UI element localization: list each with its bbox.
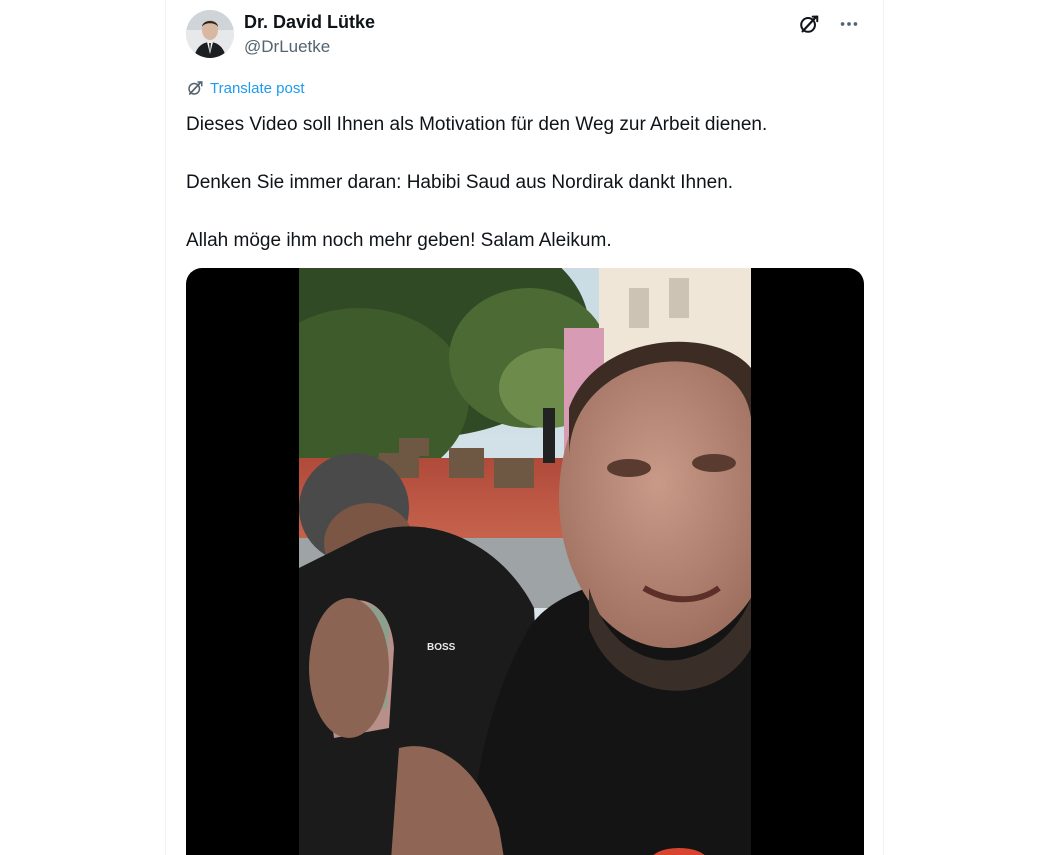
author-name[interactable]: Dr. David Lütke [244, 12, 375, 33]
page: Dr. David Lütke @DrLuetke Translate post… [0, 0, 1050, 855]
avatar-image [186, 10, 234, 58]
more-button[interactable] [835, 10, 863, 38]
post-card[interactable]: Dr. David Lütke @DrLuetke Translate post… [165, 0, 884, 855]
post-paragraph-2: Denken Sie immer daran: Habibi Saud aus … [186, 172, 734, 193]
more-horizontal-icon [840, 22, 858, 26]
post-paragraph-3: Allah möge ihm noch mehr geben! Salam Al… [186, 230, 612, 251]
grok-button[interactable] [795, 10, 823, 38]
post-paragraph-1: Dieses Video soll Ihnen als Motivation f… [186, 114, 768, 135]
post-text: Dieses Video soll Ihnen als Motivation f… [186, 113, 866, 287]
translate-label: Translate post [210, 79, 305, 97]
video-still: BOSS [299, 268, 751, 855]
video-frame: BOSS [299, 268, 751, 855]
author-handle[interactable]: @DrLuetke [244, 37, 330, 57]
post-header: Dr. David Lütke @DrLuetke [186, 10, 863, 60]
video-player[interactable]: BOSS [186, 268, 864, 855]
avatar[interactable] [186, 10, 234, 58]
translate-icon [188, 81, 203, 95]
translate-post-link[interactable]: Translate post [186, 79, 305, 97]
grok-icon [800, 15, 819, 33]
shirt-logo-text: BOSS [427, 642, 456, 653]
